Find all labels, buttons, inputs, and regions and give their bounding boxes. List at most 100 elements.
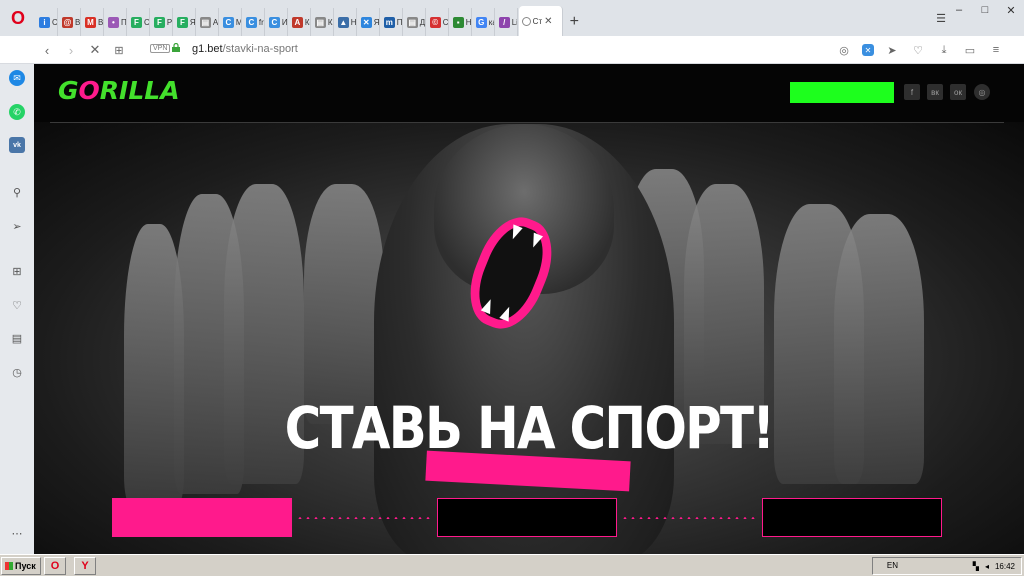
yandex-taskbar-button[interactable]: Y — [74, 557, 96, 575]
i-icon: i — [39, 16, 50, 28]
start-button[interactable]: Пуск — [1, 557, 41, 575]
opera-taskbar-button[interactable]: O — [44, 557, 66, 575]
vpn-badge[interactable]: VPN — [150, 44, 171, 53]
form-icon: F — [176, 16, 188, 28]
speed-dial-icon[interactable]: ⊞ — [110, 41, 128, 59]
tab[interactable]: ▪Но — [450, 8, 473, 36]
taskbar: Пуск O Y EN ▚ ◂ 16:42 — [0, 554, 1024, 576]
messenger-icon[interactable]: ✉ — [9, 70, 25, 86]
camera-icon[interactable]: ◎ — [836, 42, 852, 58]
tab-label: Ст — [143, 17, 150, 27]
tab[interactable]: ▤Ав — [197, 8, 220, 36]
tab-bar: O iСп@ВхMВх•ПаFСтFРеFЯк▤АвCМсCfreCИсAКо▤… — [0, 0, 1024, 36]
share-icon[interactable]: ➤ — [884, 42, 900, 58]
site-logo[interactable]: GORILLA — [58, 76, 180, 105]
tab[interactable]: iСп — [36, 8, 59, 36]
tab-label: Як — [373, 17, 380, 27]
tab[interactable]: Cfre — [243, 8, 266, 36]
tab[interactable]: CМс — [220, 8, 243, 36]
athlete-image — [304, 184, 384, 424]
search-icon[interactable]: ⚲ — [9, 184, 25, 200]
step-3-button[interactable] — [762, 498, 942, 537]
tab-label: Но — [465, 17, 472, 27]
gmail-icon: M — [84, 16, 96, 28]
tab-close-icon[interactable]: ✕ — [544, 16, 552, 27]
instagram-icon[interactable]: ◎ — [974, 84, 990, 100]
screen: O iСп@ВхMВх•ПаFСтFРеFЯк▤АвCМсCfreCИсAКо▤… — [0, 0, 1024, 576]
image-icon: ▲ — [337, 16, 349, 28]
speed-dial-icon[interactable]: ⊞ — [9, 263, 25, 279]
dotted-connector — [296, 517, 434, 519]
sidebar: ✉ ✆ vk ⚲ ➢ ⊞ ♡ ▤ ◷ ⋯ — [0, 64, 34, 554]
tab[interactable]: Gка — [473, 8, 496, 36]
send-icon[interactable]: ➢ — [9, 218, 25, 234]
chart-icon: ▪ — [452, 16, 464, 28]
header-divider — [50, 122, 1004, 123]
form-icon: F — [153, 16, 165, 28]
volume-icon[interactable]: ◂ — [985, 562, 989, 571]
register-button[interactable] — [790, 82, 894, 103]
minimize-button[interactable]: – — [946, 0, 972, 20]
tab-label: Ав — [212, 17, 219, 27]
close-button[interactable]: ✕ — [998, 0, 1024, 20]
c-icon: C — [222, 16, 234, 28]
dotted-connector — [621, 517, 759, 519]
facebook-icon[interactable]: f — [904, 84, 920, 100]
tab[interactable]: AКо — [289, 8, 312, 36]
battery-icon[interactable]: ▭ — [962, 42, 978, 58]
url-field[interactable]: g1.bet/stavki-na-sport — [192, 43, 298, 55]
odnoklassniki-icon[interactable]: ок — [950, 84, 966, 100]
download-icon[interactable]: ⤓ — [936, 42, 952, 58]
new-tab-button[interactable]: + — [563, 8, 585, 36]
m-icon: m — [383, 16, 395, 28]
menu-icon[interactable]: ≡ — [988, 42, 1004, 58]
tab-label: Ст — [442, 17, 449, 27]
history-icon[interactable]: ◷ — [9, 364, 25, 380]
feather-icon: / — [498, 16, 510, 28]
mail100-icon: @ — [61, 16, 73, 28]
tab-label: Сп — [52, 17, 58, 27]
stop-icon[interactable]: ✕ — [86, 41, 104, 59]
tab-label: До — [419, 17, 426, 27]
adblock-shield-icon[interactable]: ✕ — [862, 44, 874, 56]
maximize-button[interactable]: □ — [972, 0, 998, 20]
tab[interactable]: •Па — [105, 8, 128, 36]
more-icon[interactable]: ⋯ — [9, 525, 25, 541]
news-icon[interactable]: ▤ — [9, 330, 25, 346]
whatsapp-icon[interactable]: ✆ — [9, 104, 25, 120]
tab[interactable]: ▤До — [404, 8, 427, 36]
c-icon: C — [268, 16, 280, 28]
tab[interactable]: @Вх — [59, 8, 82, 36]
forward-icon[interactable]: › — [62, 41, 80, 59]
web-page: GORILLA f вк ок ◎ СТАВЬ НА СПОРТ! — [34, 64, 1024, 554]
vk-icon[interactable]: вк — [927, 84, 943, 100]
tab[interactable]: FЯк — [174, 8, 197, 36]
tab-menu-icon[interactable]: ☰ — [936, 12, 946, 25]
tab[interactable]: ▲Но — [335, 8, 358, 36]
heart-icon[interactable]: ♡ — [9, 297, 25, 313]
heart-icon[interactable]: ♡ — [910, 42, 926, 58]
back-icon[interactable]: ‹ — [38, 41, 56, 59]
tab[interactable]: ©Ст — [427, 8, 450, 36]
tab[interactable]: FРе — [151, 8, 174, 36]
tab[interactable]: ▤Кр — [312, 8, 335, 36]
tab-active[interactable]: Ст ✕ — [518, 6, 563, 36]
step-1-button[interactable] — [112, 498, 292, 537]
tab[interactable]: ✕Як — [358, 8, 381, 36]
opera-menu-button[interactable]: O — [0, 0, 36, 36]
x-icon: ✕ — [360, 16, 372, 28]
step-2-button[interactable] — [437, 498, 617, 537]
tab[interactable]: MВх — [82, 8, 105, 36]
c-icon: C — [245, 16, 257, 28]
tab[interactable]: CИс — [266, 8, 289, 36]
tab[interactable]: mПл — [381, 8, 404, 36]
tab-label: Па — [120, 17, 127, 27]
tab[interactable]: FСт — [128, 8, 151, 36]
tab[interactable]: /Lig — [496, 8, 519, 36]
tab-label: Ре — [166, 17, 172, 27]
tab-label: Мс — [235, 17, 243, 27]
tab-label: Lig — [511, 17, 517, 27]
vk-icon[interactable]: vk — [9, 137, 25, 153]
network-icon[interactable]: ▚ — [973, 562, 979, 571]
doc-icon: ▤ — [314, 16, 326, 28]
